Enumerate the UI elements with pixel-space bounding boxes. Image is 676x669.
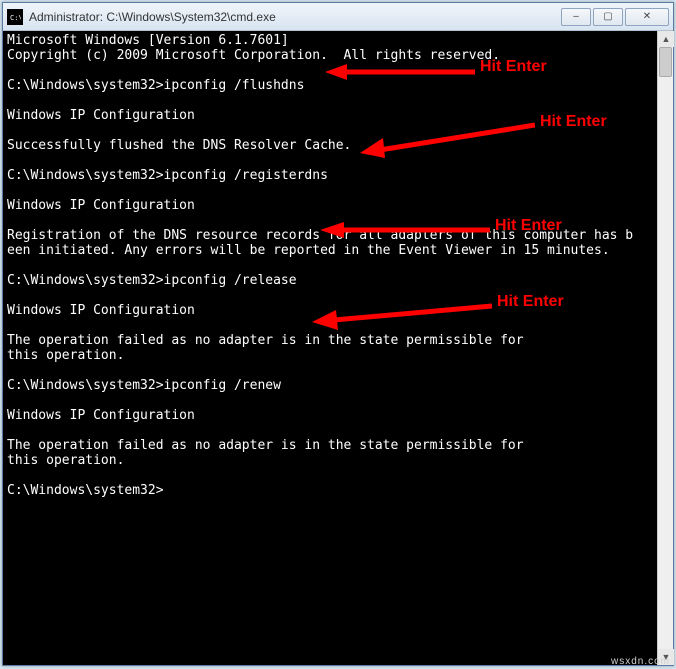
svg-text:C:\: C:\ — [10, 14, 21, 22]
maximize-button[interactable]: ▢ — [593, 8, 623, 26]
watermark: wsxdn.com — [611, 656, 670, 667]
minimize-button[interactable]: – — [561, 8, 591, 26]
scroll-up-button[interactable]: ▲ — [658, 31, 674, 47]
window-controls: – ▢ ✕ — [559, 8, 669, 26]
scroll-thumb[interactable] — [659, 47, 672, 77]
scrollbar[interactable]: ▲ ▼ — [657, 31, 673, 665]
app-icon: C:\ — [7, 9, 23, 25]
window-title: Administrator: C:\Windows\System32\cmd.e… — [29, 10, 559, 24]
close-button[interactable]: ✕ — [625, 8, 669, 26]
terminal-output[interactable]: Microsoft Windows [Version 6.1.7601] Cop… — [3, 31, 673, 665]
titlebar[interactable]: C:\ Administrator: C:\Windows\System32\c… — [3, 3, 673, 31]
cmd-window: C:\ Administrator: C:\Windows\System32\c… — [2, 2, 674, 666]
